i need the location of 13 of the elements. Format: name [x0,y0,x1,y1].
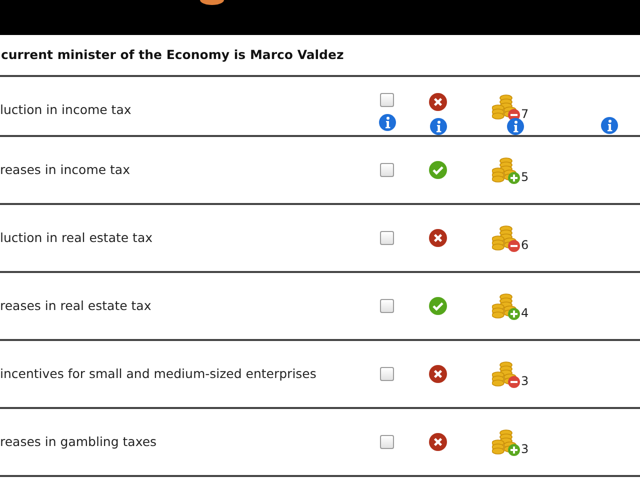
cost-value: 5 [521,171,529,183]
cost-value: 3 [521,443,529,455]
tax-measure-label: reases in real estate tax [0,296,152,315]
tax-measure-label: reases in income tax [0,160,130,179]
heading: current minister of the Economy is Marco Valdez [0,46,344,64]
cost-value: 4 [521,307,529,319]
tax-measure-label: incentives for small and medium-sized enterprises [0,364,316,383]
cost-value: 3 [521,375,529,387]
tax-measure-label: luction in income tax [0,101,132,119]
cost-value: 7 [521,108,529,120]
cost-value: 6 [521,239,529,251]
tax-measure-label: luction in real estate tax [0,228,153,247]
tax-measure-label: reases in gambling taxes [0,432,157,451]
